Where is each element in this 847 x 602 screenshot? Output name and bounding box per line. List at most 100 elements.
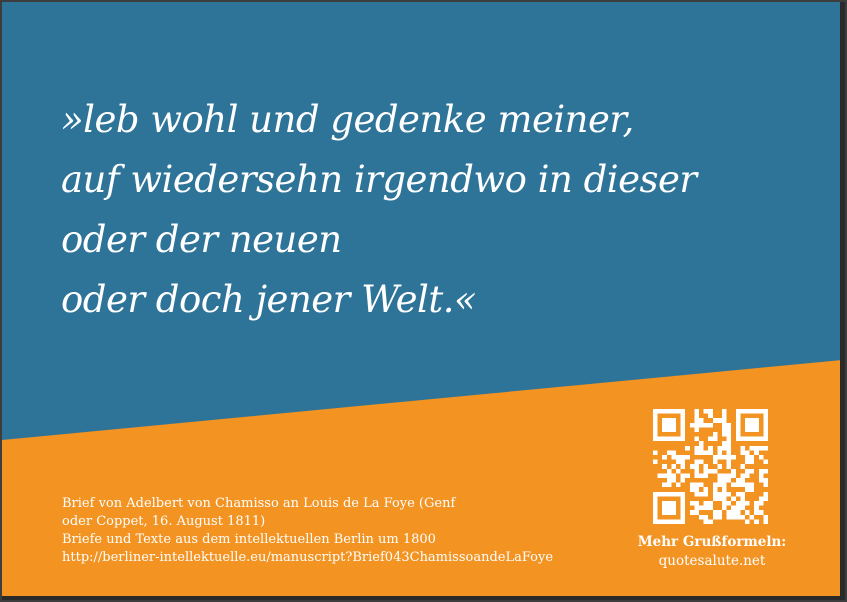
qr-module [749, 409, 755, 414]
qr-module [717, 510, 722, 515]
qr-module [754, 510, 759, 515]
qr-module [653, 427, 658, 432]
qr-module [740, 496, 745, 501]
source-line: Brief von Adelbert von Chamisso an Louis… [62, 496, 456, 511]
qr-module [731, 455, 736, 460]
qr-module [758, 445, 764, 451]
quote-line: oder doch jener Welt.« [61, 278, 477, 321]
qr-module [676, 491, 681, 497]
qr-module [731, 510, 736, 515]
qr-module [680, 491, 686, 497]
qr-module [662, 422, 667, 428]
qr-module [712, 468, 718, 474]
qr-module [689, 487, 695, 492]
qr-module [722, 432, 727, 437]
qr-module [731, 468, 736, 474]
qr-module [699, 450, 704, 455]
qr-module [731, 514, 736, 520]
qr-module [722, 427, 727, 432]
qr-module [758, 409, 764, 414]
qr-module [735, 427, 741, 432]
qr-module [749, 455, 755, 460]
qr-code-icon[interactable] [653, 409, 768, 524]
qr-module [763, 514, 768, 520]
qr-module [694, 505, 699, 511]
qr-module [722, 501, 727, 506]
qr-module [722, 445, 727, 451]
qr-module [699, 422, 704, 428]
qr-module [726, 445, 732, 451]
qr-module [731, 482, 736, 488]
qr-module [763, 422, 768, 428]
qr-module [653, 432, 658, 437]
qr-module [740, 464, 745, 469]
qr-module [671, 519, 676, 524]
qr-module [740, 409, 745, 414]
qr-module [666, 501, 672, 506]
qr-module [758, 496, 764, 501]
qr-module [735, 501, 741, 506]
qr-module [666, 519, 672, 524]
qr-module [717, 464, 722, 469]
qr-module [662, 427, 667, 432]
qr-module [708, 501, 713, 506]
qr-module [735, 482, 741, 488]
qr-module [722, 441, 727, 446]
qr-module [708, 519, 713, 524]
qr-module [754, 501, 759, 506]
qr-module [763, 409, 768, 414]
qr-module [671, 478, 676, 483]
qr-module [740, 501, 745, 506]
qr-module [680, 473, 686, 478]
qr-module [763, 445, 768, 451]
qr-module [717, 450, 722, 455]
qr-module [722, 418, 727, 423]
qr-module [653, 519, 658, 524]
qr-module [745, 519, 750, 524]
qr-module [745, 409, 750, 414]
qr-module [740, 491, 745, 497]
qr-module [726, 501, 732, 506]
qr-module [745, 450, 750, 455]
qr-module [712, 496, 718, 501]
qr-module [745, 418, 750, 423]
qr-module [712, 432, 718, 437]
qr-module [703, 501, 709, 506]
qr-module [740, 505, 745, 511]
qr-module [666, 436, 672, 442]
qr-module [694, 436, 699, 442]
qr-module [666, 418, 672, 423]
qr-module [745, 436, 750, 442]
qr-module [717, 418, 722, 423]
qr-module [712, 418, 718, 423]
qr-module [699, 459, 704, 465]
qr-module [745, 422, 750, 428]
source-line: Briefe und Texte aus dem intellektuellen… [62, 532, 436, 547]
qr-module [662, 436, 667, 442]
qr-module [662, 409, 667, 414]
qr-module [666, 478, 672, 483]
qr-module [722, 478, 727, 483]
qr-module [712, 514, 718, 520]
qr-module [735, 478, 741, 483]
source-url[interactable]: http://berliner-intellektuelle.eu/manusc… [62, 549, 622, 567]
qr-module [726, 450, 732, 455]
qr-module [749, 436, 755, 442]
qr-module [694, 459, 699, 465]
qr-module [740, 514, 745, 520]
more-link[interactable]: quotesalute.net [612, 551, 812, 571]
qr-module [722, 413, 727, 419]
qr-module [666, 482, 672, 488]
qr-module [708, 413, 713, 419]
qr-module [671, 427, 676, 432]
qr-module [694, 468, 699, 474]
qr-module [735, 432, 741, 437]
card-edge-right [840, 2, 845, 600]
qr-module [758, 501, 764, 506]
qr-module [708, 409, 713, 414]
qr-module [680, 427, 686, 432]
qr-module [662, 505, 667, 511]
qr-module [671, 418, 676, 423]
qr-module [726, 422, 732, 428]
qr-module [763, 496, 768, 501]
